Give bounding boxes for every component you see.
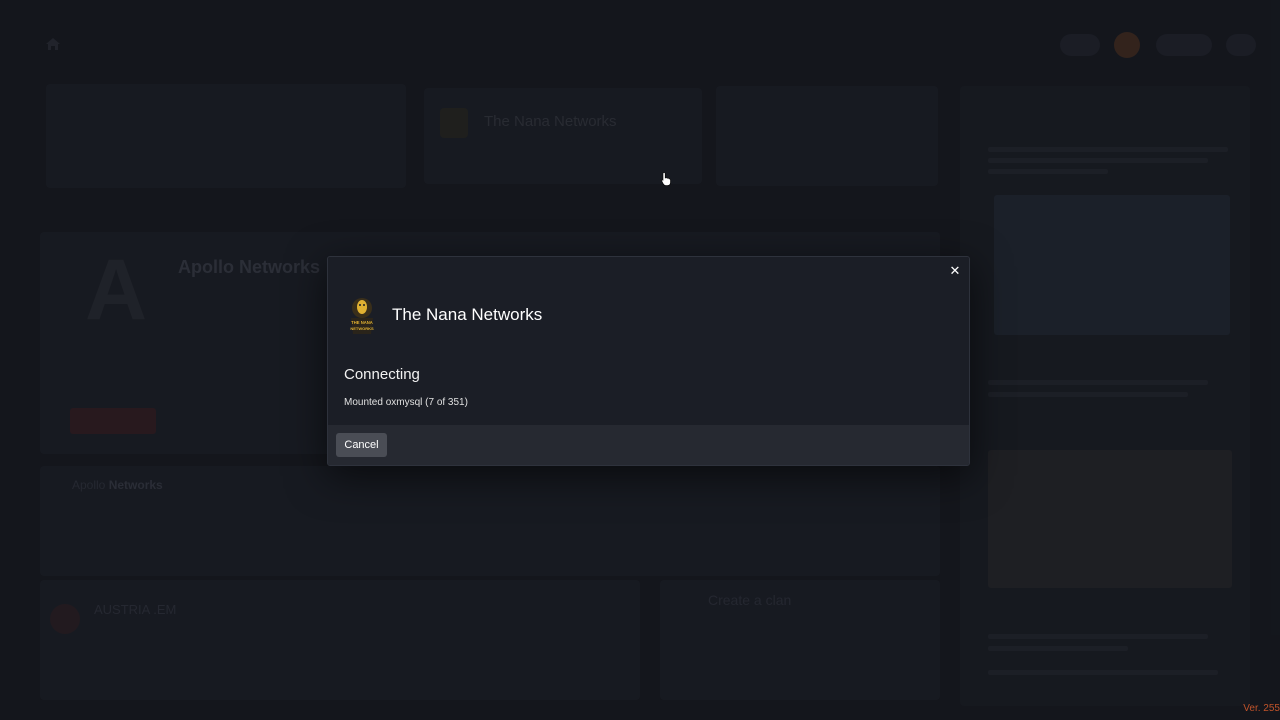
version-label: Ver. 255 <box>1243 703 1280 714</box>
svg-text:THE NANA: THE NANA <box>351 320 373 325</box>
server-logo: THE NANA NETWORKS <box>350 298 374 334</box>
close-icon[interactable]: ✕ <box>947 263 963 279</box>
svg-text:NETWORKS: NETWORKS <box>350 326 374 331</box>
status-title: Connecting <box>344 366 420 383</box>
dialog-body: ✕ THE NANA NETWORKS The Nana Networks Co… <box>328 257 969 425</box>
dialog-footer: Cancel <box>328 425 969 465</box>
server-name: The Nana Networks <box>392 305 543 324</box>
cancel-button[interactable]: Cancel <box>336 433 387 457</box>
connecting-dialog: ✕ THE NANA NETWORKS The Nana Networks Co… <box>327 256 970 466</box>
hand-cursor-icon <box>661 172 671 186</box>
status-detail: Mounted oxmysql (7 of 351) <box>344 397 468 408</box>
